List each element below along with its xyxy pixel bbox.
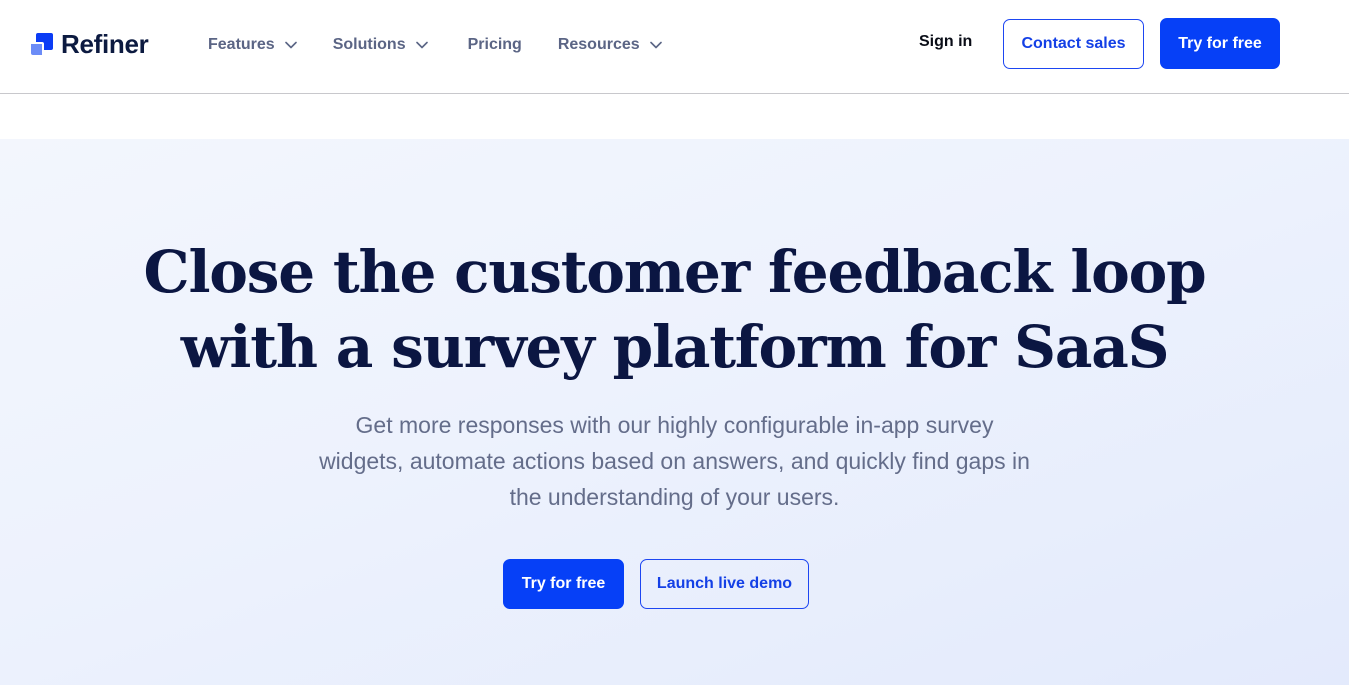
hero-subtitle-line: Get more responses with our highly confi… — [355, 412, 994, 438]
nav-item-features[interactable]: Features — [208, 34, 297, 56]
main-nav: Features Solutions Pricing Resources — [208, 34, 662, 56]
hero-title: Close the customer feedback loop with a … — [0, 235, 1349, 385]
chevron-down-icon — [415, 41, 428, 49]
hero-title-line: with a survey platform for SaaS — [180, 313, 1170, 381]
try-for-free-header-button[interactable]: Try for free — [1160, 18, 1280, 69]
hero-subtitle-line: the understanding of your users. — [509, 484, 840, 510]
chevron-down-icon — [649, 41, 662, 49]
site-header: Refiner Features Solutions Pricing Resou… — [0, 0, 1349, 94]
refiner-logo-icon — [31, 33, 54, 55]
try-for-free-hero-button[interactable]: Try for free — [503, 559, 624, 609]
contact-sales-button[interactable]: Contact sales — [1003, 19, 1144, 69]
sign-in-link[interactable]: Sign in — [919, 33, 972, 51]
nav-item-label: Solutions — [332, 36, 406, 53]
logo-link[interactable]: Refiner — [31, 28, 149, 59]
hero-subtitle: Get more responses with our highly confi… — [0, 407, 1349, 515]
launch-live-demo-button[interactable]: Launch live demo — [640, 559, 809, 609]
nav-item-solutions[interactable]: Solutions — [333, 34, 428, 56]
nav-item-resources[interactable]: Resources — [558, 34, 662, 56]
hero-subtitle-line: widgets, automate actions based on answe… — [319, 448, 1030, 474]
nav-item-label: Pricing — [467, 36, 522, 53]
hero-section: Close the customer feedback loop with a … — [0, 139, 1349, 685]
logo-text: Refiner — [61, 28, 149, 59]
hero-title-line: Close the customer feedback loop — [143, 238, 1206, 306]
nav-item-label: Features — [208, 36, 275, 53]
chevron-down-icon — [284, 41, 297, 49]
nav-item-label: Resources — [557, 36, 640, 53]
nav-item-pricing[interactable]: Pricing — [468, 34, 522, 56]
logo-square-small — [31, 42, 44, 55]
